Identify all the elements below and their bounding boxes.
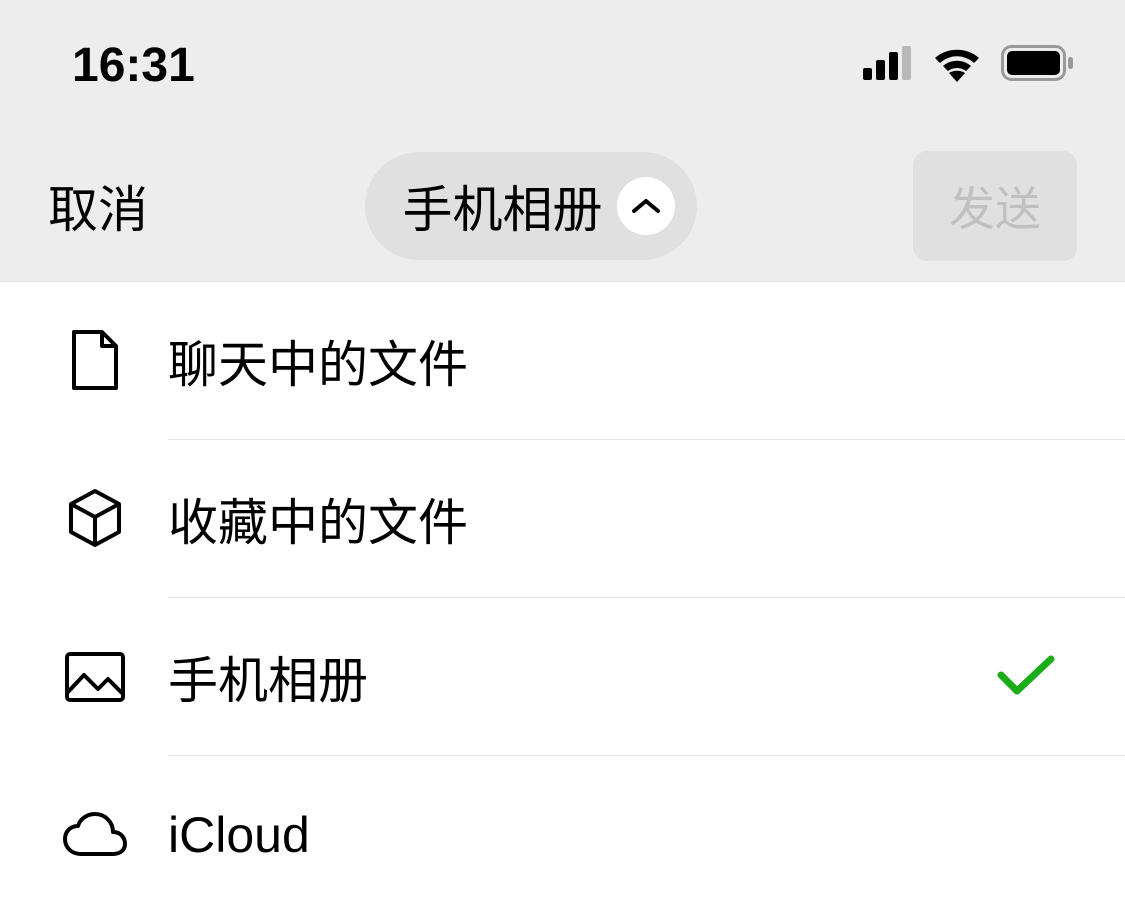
cancel-button[interactable]: 取消 (48, 170, 148, 242)
list-item-label: 收藏中的文件 (168, 483, 1065, 555)
title-dropdown[interactable]: 手机相册 (365, 152, 697, 260)
chevron-up-icon (617, 177, 675, 235)
status-time: 16:31 (72, 38, 195, 93)
cellular-icon (863, 46, 913, 85)
list-item-label: 手机相册 (168, 641, 997, 713)
status-icons (863, 44, 1075, 87)
source-list: 聊天中的文件 收藏中的文件 手机相册 (0, 282, 1125, 914)
list-item-phone-album[interactable]: 手机相册 (0, 598, 1125, 756)
battery-icon (1001, 45, 1075, 86)
list-item-chat-files[interactable]: 聊天中的文件 (0, 282, 1125, 440)
title-text: 手机相册 (403, 170, 603, 242)
send-button[interactable]: 发送 (913, 151, 1077, 261)
list-item-label: iCloud (168, 806, 1065, 864)
wifi-icon (931, 44, 983, 87)
checkmark-icon (997, 653, 1055, 702)
list-item-label: 聊天中的文件 (168, 325, 1065, 397)
cube-icon (60, 487, 130, 551)
list-item-favorite-files[interactable]: 收藏中的文件 (0, 440, 1125, 598)
list-item-icloud[interactable]: iCloud (0, 756, 1125, 914)
file-icon (60, 330, 130, 392)
status-bar: 16:31 (0, 0, 1125, 130)
image-icon (60, 651, 130, 703)
cloud-icon (60, 812, 130, 858)
nav-bar: 取消 手机相册 发送 (0, 130, 1125, 282)
